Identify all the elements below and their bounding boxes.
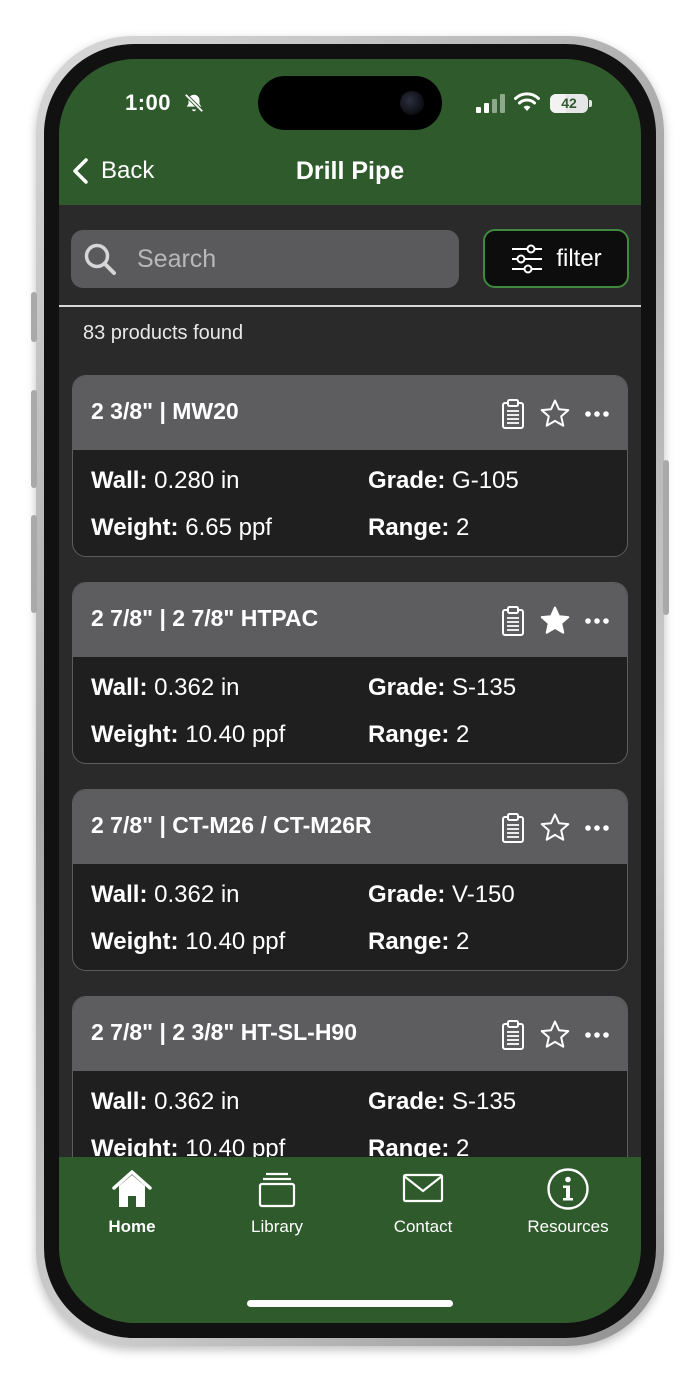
star-icon[interactable]	[539, 398, 571, 430]
app-header: 1:00 42 Back Drill Pipe	[59, 59, 641, 205]
product-card[interactable]: 2 3/8" | MW20 Wall: 0.280 in Grade: G-10…	[72, 375, 628, 557]
tab-home[interactable]: Home	[59, 1167, 205, 1237]
library-icon	[258, 1172, 296, 1208]
tab-library-label: Library	[251, 1217, 303, 1236]
power-button	[663, 460, 669, 615]
tab-library[interactable]: Library	[204, 1167, 350, 1237]
search-bar[interactable]	[71, 230, 459, 288]
range-field: Range: 2	[368, 514, 470, 541]
page-title: Drill Pipe	[295, 157, 405, 185]
grade-field: Grade: S-135	[368, 674, 517, 701]
clipboard-icon[interactable]	[497, 812, 529, 844]
filter-label: filter	[556, 244, 602, 272]
mail-icon	[402, 1173, 444, 1203]
tab-contact[interactable]: Contact	[350, 1167, 496, 1237]
card-header: 2 7/8" | 2 7/8" HTPAC	[73, 583, 627, 657]
grade-field: Grade: G-105	[368, 467, 519, 494]
product-title: 2 7/8" | 2 7/8" HTPAC	[91, 605, 319, 631]
star-icon[interactable]	[539, 812, 571, 844]
star-icon[interactable]	[539, 605, 571, 637]
results-count: 83 products found	[83, 322, 244, 344]
grade-value: V-150	[452, 881, 515, 908]
more-options-icon[interactable]	[581, 1019, 613, 1051]
cellular-signal-icon	[476, 94, 505, 113]
status-time: 1:00	[125, 90, 172, 115]
product-title: 2 7/8" | 2 3/8" HT-SL-H90	[91, 1019, 358, 1045]
battery-percent: 42	[561, 95, 577, 111]
product-card[interactable]: 2 7/8" | CT-M26 / CT-M26R Wall: 0.362 in…	[72, 789, 628, 971]
range-field: Range: 2	[368, 721, 470, 748]
weight-field: Weight: 10.40 ppf	[91, 721, 286, 748]
tab-home-label: Home	[108, 1217, 156, 1236]
wall-field: Wall: 0.280 in	[91, 467, 240, 494]
action-button	[31, 292, 37, 342]
dynamic-island	[258, 76, 442, 130]
clipboard-icon[interactable]	[497, 605, 529, 637]
weight-value: 10.40 ppf	[185, 928, 286, 955]
wall-field: Wall: 0.362 in	[91, 674, 240, 701]
grade-field: Grade: V-150	[368, 881, 515, 908]
grade-value: S-135	[452, 674, 517, 701]
grade-value: G-105	[452, 467, 519, 494]
wall-field: Wall: 0.362 in	[91, 1088, 240, 1115]
clipboard-icon[interactable]	[497, 1019, 529, 1051]
tab-bar: Home Library Contact Resources	[59, 1157, 641, 1323]
app-screen: 1:00 42 Back Drill Pipe Search filter 83…	[59, 59, 641, 1323]
weight-value: 6.65 ppf	[185, 514, 272, 541]
bell-slash-icon	[184, 93, 204, 113]
home-icon	[112, 1170, 152, 1207]
product-card[interactable]: 2 7/8" | 2 3/8" HT-SL-H90 Wall: 0.362 in…	[72, 996, 628, 1178]
volume-up-button	[31, 390, 37, 488]
range-value: 2	[456, 928, 470, 955]
info-icon	[547, 1168, 589, 1210]
volume-down-button	[31, 515, 37, 613]
star-icon[interactable]	[539, 1019, 571, 1051]
search-icon	[84, 243, 116, 275]
more-options-icon[interactable]	[581, 398, 613, 430]
more-options-icon[interactable]	[581, 812, 613, 844]
card-header: 2 7/8" | 2 3/8" HT-SL-H90	[73, 997, 627, 1071]
clipboard-icon[interactable]	[497, 398, 529, 430]
tab-contact-label: Contact	[393, 1217, 453, 1236]
weight-value: 10.40 ppf	[185, 721, 286, 748]
search-input[interactable]	[137, 244, 437, 274]
filter-button[interactable]: filter	[483, 229, 629, 288]
tab-resources-label: Resources	[527, 1217, 609, 1236]
range-value: 2	[456, 514, 470, 541]
grade-field: Grade: S-135	[368, 1088, 517, 1115]
tab-resources[interactable]: Resources	[495, 1167, 641, 1237]
more-options-icon[interactable]	[581, 605, 613, 637]
wall-value: 0.362 in	[154, 1088, 240, 1115]
product-card[interactable]: 2 7/8" | 2 7/8" HTPAC Wall: 0.362 in Gra…	[72, 582, 628, 764]
wall-field: Wall: 0.362 in	[91, 881, 240, 908]
product-title: 2 7/8" | CT-M26 / CT-M26R	[91, 812, 372, 838]
wall-value: 0.362 in	[154, 674, 240, 701]
divider	[59, 305, 641, 307]
weight-field: Weight: 6.65 ppf	[91, 514, 272, 541]
card-header: 2 7/8" | CT-M26 / CT-M26R	[73, 790, 627, 864]
weight-field: Weight: 10.40 ppf	[91, 928, 286, 955]
front-camera	[400, 91, 424, 115]
range-value: 2	[456, 721, 470, 748]
wall-value: 0.362 in	[154, 881, 240, 908]
battery-indicator: 42	[550, 94, 592, 113]
card-header: 2 3/8" | MW20	[73, 376, 627, 450]
home-indicator[interactable]	[247, 1300, 453, 1307]
sliders-icon	[512, 244, 543, 273]
product-title: 2 3/8" | MW20	[91, 398, 239, 424]
grade-value: S-135	[452, 1088, 517, 1115]
wifi-icon	[514, 92, 540, 111]
range-field: Range: 2	[368, 928, 470, 955]
wall-value: 0.280 in	[154, 467, 240, 494]
